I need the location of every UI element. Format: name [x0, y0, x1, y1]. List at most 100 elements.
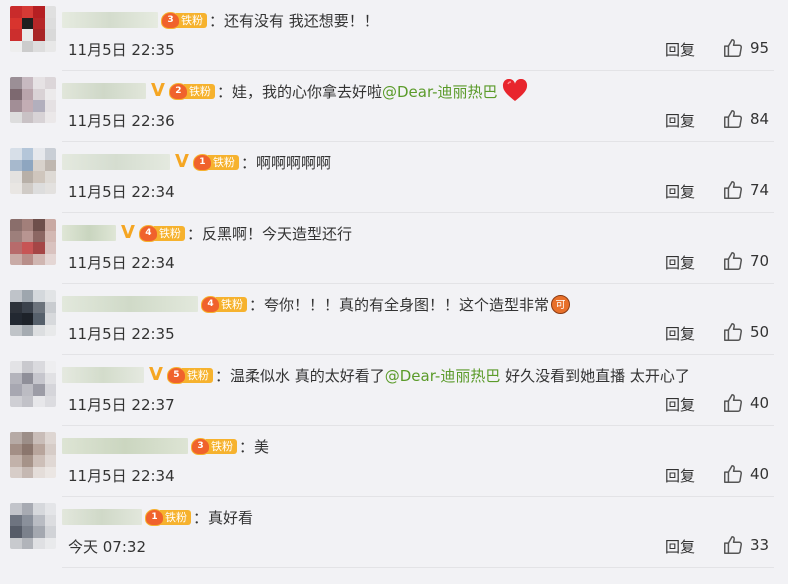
fan-crown-badge-icon: 2 铁粉: [168, 82, 215, 100]
like-button[interactable]: 40: [722, 463, 769, 485]
avatar[interactable]: [10, 219, 56, 265]
like-count: 95: [750, 39, 770, 57]
separator: ：: [239, 437, 255, 456]
reply-button[interactable]: 回复: [665, 39, 695, 60]
verified-v-icon: V: [151, 80, 165, 101]
like-button[interactable]: 50: [722, 321, 769, 343]
comment-text: 美: [254, 437, 270, 456]
comment-content-line: 3 铁粉：还有没有 我还想要！！: [62, 7, 379, 33]
verified-v-icon: V: [149, 364, 163, 385]
fan-tag: 铁粉: [206, 438, 237, 454]
separator: ：: [186, 224, 202, 243]
like-button[interactable]: 74: [722, 179, 769, 201]
fan-crown-badge-icon: 4 铁粉: [201, 295, 247, 313]
avatar[interactable]: [10, 432, 56, 478]
like-count: 33: [750, 536, 770, 554]
fan-tag: 铁粉: [160, 509, 191, 525]
fan-level: 3: [161, 11, 180, 29]
separator: ：: [209, 11, 225, 30]
reply-button[interactable]: 回复: [665, 252, 695, 273]
comment-content-line: 4 铁粉：夸你！！！真的有全身图！！这个造型非常可: [62, 291, 571, 317]
like-button[interactable]: 40: [722, 392, 769, 414]
fan-crown-badge-icon: 3 铁粉: [161, 11, 207, 29]
thumbs-up-icon: [722, 37, 744, 59]
avatar[interactable]: [10, 361, 56, 407]
like-count: 84: [750, 110, 770, 128]
timestamp: 11月5日 22:34: [68, 254, 175, 272]
username-blurred[interactable]: [62, 296, 198, 312]
comment-content-line: V 5 铁粉：温柔似水 真的太好看了 @Dear-迪丽热巴 好久没看到她直播 太开心了: [62, 362, 690, 388]
like-count: 70: [750, 252, 770, 270]
comment-text: 啊啊啊啊啊: [255, 153, 331, 172]
fan-level: 2: [168, 82, 188, 100]
reply-button[interactable]: 回复: [665, 394, 695, 415]
fan-level: 4: [201, 295, 220, 313]
timestamp: 11月5日 22:36: [68, 112, 175, 130]
timestamp: 11月5日 22:35: [68, 325, 175, 343]
comment-text: 还有没有 我还想要！！: [224, 11, 379, 30]
avatar[interactable]: [10, 290, 56, 336]
mention-link[interactable]: @Dear-迪丽热巴: [385, 365, 501, 386]
username-blurred[interactable]: [62, 154, 170, 170]
like-button[interactable]: 95: [722, 37, 769, 59]
username-blurred[interactable]: [62, 509, 142, 525]
mention-link[interactable]: @Dear-迪丽热巴: [382, 81, 498, 102]
reply-button[interactable]: 回复: [665, 323, 695, 344]
like-count: 50: [750, 323, 770, 341]
username-blurred[interactable]: [62, 367, 144, 383]
comment-text: 娃，我的心你拿去好啦: [231, 82, 382, 101]
separator: ：: [249, 295, 265, 314]
comment-content-line: V 2 铁粉：娃，我的心你拿去好啦 @Dear-迪丽热巴: [62, 78, 528, 104]
thumbs-up-icon: [722, 463, 744, 485]
separator: ：: [193, 508, 209, 527]
timestamp: 11月5日 22:35: [68, 41, 175, 59]
fan-tag: 铁粉: [176, 12, 207, 28]
thumbs-up-icon: [722, 179, 744, 201]
like-count: 40: [750, 465, 770, 483]
fan-level: 4: [138, 224, 158, 242]
comment-item: V 1 铁粉：啊啊啊啊啊 11月5日 22:34 回复 74: [0, 142, 788, 213]
like-button[interactable]: 70: [722, 250, 769, 272]
like-button[interactable]: 84: [722, 108, 769, 130]
reply-button[interactable]: 回复: [665, 536, 695, 557]
timestamp: 今天 07:32: [68, 538, 146, 556]
reply-button[interactable]: 回复: [665, 181, 695, 202]
fan-crown-badge-icon: 5 铁粉: [166, 366, 213, 384]
verified-v-icon: V: [175, 151, 189, 172]
reply-button[interactable]: 回复: [665, 465, 695, 486]
avatar[interactable]: [10, 503, 56, 549]
like-count: 74: [750, 181, 770, 199]
username-blurred[interactable]: [62, 225, 116, 241]
thumbs-up-icon: [722, 108, 744, 130]
timestamp: 11月5日 22:37: [68, 396, 175, 414]
fan-tag: 铁粉: [183, 83, 215, 99]
fan-tag: 铁粉: [216, 296, 247, 312]
separator: ：: [240, 153, 256, 172]
avatar[interactable]: [10, 148, 56, 194]
verified-v-icon: V: [121, 222, 135, 243]
comment-content-line: 3 铁粉：美: [62, 433, 269, 459]
separator: ：: [214, 366, 230, 385]
username-blurred[interactable]: [62, 438, 188, 454]
like-button[interactable]: 33: [722, 534, 769, 556]
comment-content-line: V 4 铁粉：反黑啊！今天造型还行: [62, 220, 352, 246]
timestamp: 11月5日 22:34: [68, 467, 175, 485]
fan-level: 3: [191, 437, 210, 455]
separator: ：: [216, 82, 232, 101]
fan-crown-badge-icon: 3 铁粉: [191, 437, 237, 455]
comment-text-continued: 好久没看到她直播 太开心了: [500, 366, 690, 385]
thumbs-up-icon: [722, 392, 744, 414]
fan-level: 1: [192, 153, 212, 171]
thumbs-up-icon: [722, 534, 744, 556]
fan-tag: 铁粉: [207, 154, 239, 170]
ke-emoji-icon: 可: [551, 294, 571, 314]
fan-tag: 铁粉: [181, 367, 213, 383]
username-blurred[interactable]: [62, 12, 158, 28]
avatar[interactable]: [10, 77, 56, 123]
reply-button[interactable]: 回复: [665, 110, 695, 131]
comment-item: V 5 铁粉：温柔似水 真的太好看了 @Dear-迪丽热巴 好久没看到她直播 太开心了…: [0, 355, 788, 426]
red-heart-emoji-icon: [502, 78, 528, 103]
username-blurred[interactable]: [62, 83, 146, 99]
comment-text: 温柔似水 真的太好看了: [229, 366, 385, 385]
avatar[interactable]: [10, 6, 56, 52]
